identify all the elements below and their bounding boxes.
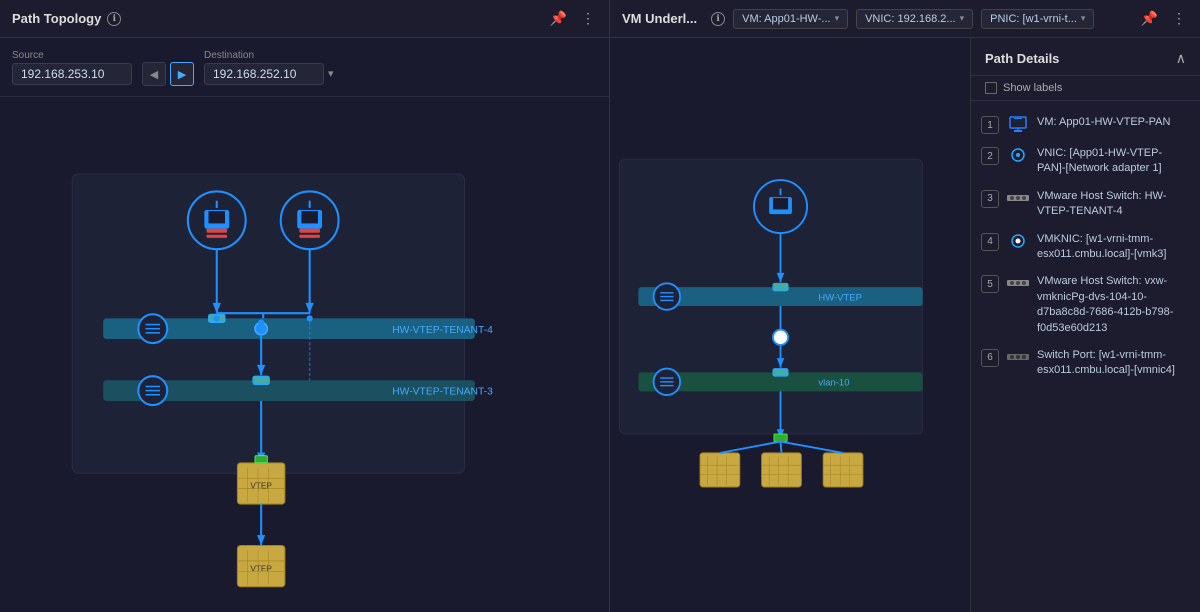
svg-text:HW-VTEP-TENANT-3: HW-VTEP-TENANT-3: [392, 387, 493, 398]
right-topology-canvas[interactable]: HW-VTEP vlan-10: [610, 38, 970, 612]
chevron-down-icon: ▾: [1081, 13, 1086, 24]
forward-arrow[interactable]: ▶: [170, 62, 194, 86]
vm-underlay-title: VM Underl...: [622, 11, 697, 26]
item-5-text: VMware Host Switch: vxw-vmknicPg-dvs-104…: [1037, 274, 1190, 336]
item-number-6: 6: [981, 349, 999, 367]
path-item[interactable]: 1 VM: App01-HW-VTEP-PAN: [971, 109, 1200, 140]
source-value[interactable]: 192.168.253.10: [12, 63, 132, 85]
more-options-right-icon[interactable]: ⋮: [1170, 8, 1188, 29]
pin-icon-right[interactable]: 📌: [1139, 8, 1160, 29]
vm-icon: [1007, 116, 1029, 132]
switch-port-icon: [1007, 349, 1029, 365]
item-number-1: 1: [981, 116, 999, 134]
left-panel-header: Path Topology ℹ 📌 ⋮: [0, 0, 610, 37]
path-details-header: Path Details ∧: [971, 38, 1200, 76]
destination-label: Destination: [204, 50, 334, 61]
vm-underlay-info-icon[interactable]: ℹ: [711, 12, 725, 26]
item-4-text: VMKNIC: [w1-vrni-tmm-esx011.cmbu.local]-…: [1037, 232, 1190, 263]
vnic-icon: [1007, 147, 1029, 163]
show-labels-checkbox[interactable]: [985, 82, 997, 94]
source-label: Source: [12, 50, 132, 61]
path-items-list: 1 VM: App01-HW-VTEP-PAN 2: [971, 101, 1200, 612]
path-item[interactable]: 5 VMware Host Switch: vxw-vmknicPg-dvs-1…: [971, 268, 1200, 342]
show-labels-row: Show labels: [971, 76, 1200, 101]
left-topology-canvas[interactable]: HW-VTEP-TENANT-4 HW-VTEP-TENANT-3 VTEP: [0, 97, 609, 612]
show-labels-text: Show labels: [1003, 82, 1062, 94]
collapse-icon[interactable]: ∧: [1176, 50, 1186, 67]
item-3-text: VMware Host Switch: HW-VTEP-TENANT-4: [1037, 189, 1190, 220]
destination-chevron-icon[interactable]: ▾: [328, 67, 334, 80]
path-details-title: Path Details: [985, 51, 1059, 66]
svg-text:HW-VTEP-TENANT-4: HW-VTEP-TENANT-4: [392, 325, 493, 336]
destination-value[interactable]: 192.168.252.10: [204, 63, 324, 85]
right-panel-header: VM Underl... ℹ VM: App01-HW-... ▾ VNIC: …: [610, 0, 1200, 37]
source-group: Source 192.168.253.10: [12, 50, 132, 85]
back-arrow[interactable]: ◀: [142, 62, 166, 86]
item-number-2: 2: [981, 147, 999, 165]
item-2-text: VNIC: [App01-HW-VTEP-PAN]-[Network adapt…: [1037, 146, 1190, 177]
vmknic-icon: [1007, 233, 1029, 249]
path-item[interactable]: 6 Switch Port: [w1-vrni-tmm-esx011.cmbu.…: [971, 342, 1200, 385]
svg-text:HW-VTEP: HW-VTEP: [818, 292, 862, 303]
more-options-icon[interactable]: ⋮: [579, 8, 597, 29]
path-item[interactable]: 3 VMware Host Switch: HW-VTEP-TENANT-4: [971, 183, 1200, 226]
pin-icon[interactable]: 📌: [548, 8, 569, 29]
host-switch-icon: [1007, 190, 1029, 206]
path-topology-info-icon[interactable]: ℹ: [107, 12, 121, 26]
item-1-text: VM: App01-HW-VTEP-PAN: [1037, 115, 1170, 130]
item-number-3: 3: [981, 190, 999, 208]
path-topology-title: Path Topology: [12, 11, 101, 26]
item-number-5: 5: [981, 275, 999, 293]
svg-text:VTEP: VTEP: [250, 482, 272, 491]
source-dest-bar: Source 192.168.253.10 ◀ ▶ Destination 19…: [0, 38, 609, 97]
chevron-down-icon: ▾: [960, 13, 965, 24]
right-area: HW-VTEP vlan-10: [610, 38, 1200, 612]
left-panel: Source 192.168.253.10 ◀ ▶ Destination 19…: [0, 38, 610, 612]
svg-text:vlan-10: vlan-10: [818, 378, 849, 389]
path-details-panel: Path Details ∧ Show labels 1: [970, 38, 1200, 612]
path-item[interactable]: 4 VMKNIC: [w1-vrni-tmm-esx011.cmbu.local…: [971, 226, 1200, 269]
pnic-dropdown[interactable]: PNIC: [w1-vrni-t... ▾: [981, 9, 1094, 29]
item-6-text: Switch Port: [w1-vrni-tmm-esx011.cmbu.lo…: [1037, 348, 1190, 379]
vnic-dropdown[interactable]: VNIC: 192.168.2... ▾: [856, 9, 973, 29]
chevron-down-icon: ▾: [835, 13, 840, 24]
destination-group: Destination 192.168.252.10 ▾: [204, 50, 334, 85]
path-item[interactable]: 2 VNIC: [App01-HW-VTEP-PAN]-[Network ada…: [971, 140, 1200, 183]
svg-text:VTEP: VTEP: [250, 564, 272, 573]
item-number-4: 4: [981, 233, 999, 251]
dvs-switch-icon: [1007, 275, 1029, 291]
vm-dropdown[interactable]: VM: App01-HW-... ▾: [733, 9, 848, 29]
